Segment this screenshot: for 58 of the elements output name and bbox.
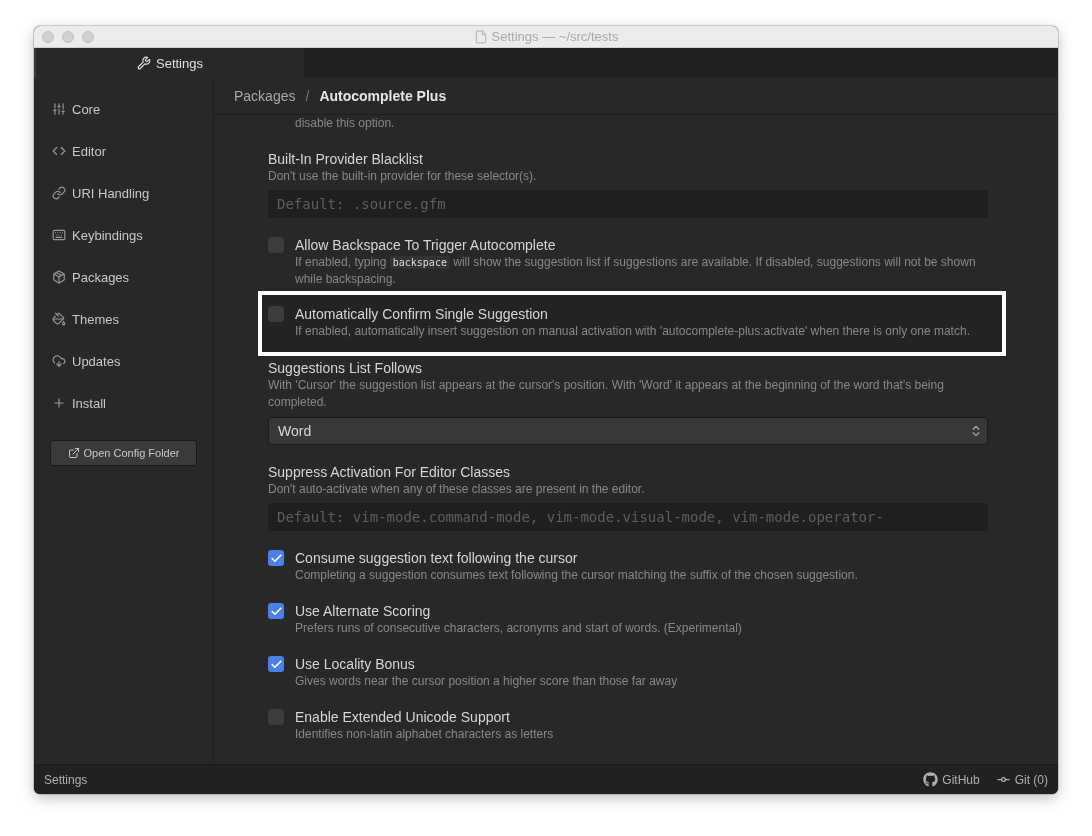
open-config-folder-button[interactable]: Open Config Folder xyxy=(50,440,197,466)
close-button[interactable] xyxy=(42,30,54,43)
package-icon xyxy=(52,270,66,284)
sliders-icon xyxy=(52,102,66,116)
setting-title: Automatically Confirm Single Suggestion xyxy=(295,305,549,323)
setting-title: Use Locality Bonus xyxy=(295,655,416,673)
window-title: Settings — ~/src/tests xyxy=(491,29,619,44)
tab[interactable]: Settings xyxy=(34,48,304,78)
sidebar-item[interactable]: Install xyxy=(50,382,197,424)
tools-icon xyxy=(137,56,151,70)
sidebar-item[interactable]: Packages xyxy=(50,256,197,298)
sidebar-item[interactable]: Updates xyxy=(50,340,197,382)
setting-title: Enable Extended Unicode Support xyxy=(295,708,511,726)
breadcrumb-link[interactable]: Packages xyxy=(234,88,296,104)
minimize-button[interactable] xyxy=(62,30,74,43)
checkbox[interactable] xyxy=(268,656,284,672)
setting-description: Prefers runs of consecutive characters, acronyms and start of words. (Experimental) xyxy=(295,620,743,637)
keyboard-icon xyxy=(52,228,66,242)
setting-description: Gives words near the cursor position a higher score than those far away xyxy=(295,673,679,690)
setting-description: Don't auto-activate when any of these classes are present in the editor. xyxy=(268,481,646,498)
setting-description: With 'Cursor' the suggestion list appears at the cursor's position. With 'Word' it appears at the beginning of the word that's being completed. xyxy=(268,377,945,411)
text-field[interactable]: Default: .source.gfm xyxy=(268,190,988,218)
checkbox[interactable] xyxy=(268,603,284,619)
breadcrumb-separator: / xyxy=(305,88,310,104)
plus-icon xyxy=(52,396,66,410)
setting-title: Suppress Activation For Editor Classes xyxy=(268,463,511,481)
setting-title: Built-In Provider Blacklist xyxy=(268,150,424,168)
git-link[interactable]: Git (0) xyxy=(995,772,1048,787)
setting-description: Don't use the built-in provider for these selector(s). xyxy=(268,168,538,185)
sidebar-item[interactable]: Editor xyxy=(50,130,197,172)
setting-title: Suggestions List Follows xyxy=(268,359,424,377)
github-icon xyxy=(923,772,939,787)
setting-title: Consume suggestion text following the cursor xyxy=(295,549,579,567)
external-link-icon xyxy=(67,447,80,459)
setting-description: If enabled, automatically insert suggestion on manual activation with 'autocomplete-plus:activate' when there is only one match. xyxy=(295,323,971,340)
text-field[interactable]: Default: vim-mode.command-mode, vim-mode.visual-mode, vim-mode.operator- xyxy=(268,503,988,531)
cloud-download-icon xyxy=(52,354,66,368)
breadcrumb-current: Autocomplete Plus xyxy=(319,88,447,104)
setting-title: Allow Backspace To Trigger Autocomplete xyxy=(295,236,557,254)
setting-title: Use Alternate Scoring xyxy=(295,602,432,620)
github-link[interactable]: GitHub xyxy=(923,772,980,787)
checkbox[interactable] xyxy=(268,306,284,322)
link-icon xyxy=(52,186,66,200)
sidebar-item[interactable]: Themes xyxy=(50,298,197,340)
status-text: Settings xyxy=(44,772,89,787)
setting-description: If enabled, typing backspace will show the suggestion list if suggestions are available. If disabled, suggestions will not be shown while backspacing. xyxy=(295,254,977,288)
zoom-button[interactable] xyxy=(82,30,94,43)
code-icon xyxy=(52,144,66,158)
paint-bucket-icon xyxy=(52,312,66,326)
sidebar-item[interactable]: Core xyxy=(50,88,197,130)
setting-description: Completing a suggestion consumes text following the cursor matching the suffix of the chosen suggestion. xyxy=(295,567,859,584)
sidebar-item[interactable]: Keybindings xyxy=(50,214,197,256)
document-icon xyxy=(473,29,488,44)
sidebar-item[interactable]: URI Handling xyxy=(50,172,197,214)
setting-description: Identifies non-latin alphabet characters as letters xyxy=(295,726,555,743)
checkbox[interactable] xyxy=(268,550,284,566)
select-dropdown[interactable]: Word xyxy=(268,417,988,445)
setting-description: disable this option. xyxy=(294,115,395,132)
